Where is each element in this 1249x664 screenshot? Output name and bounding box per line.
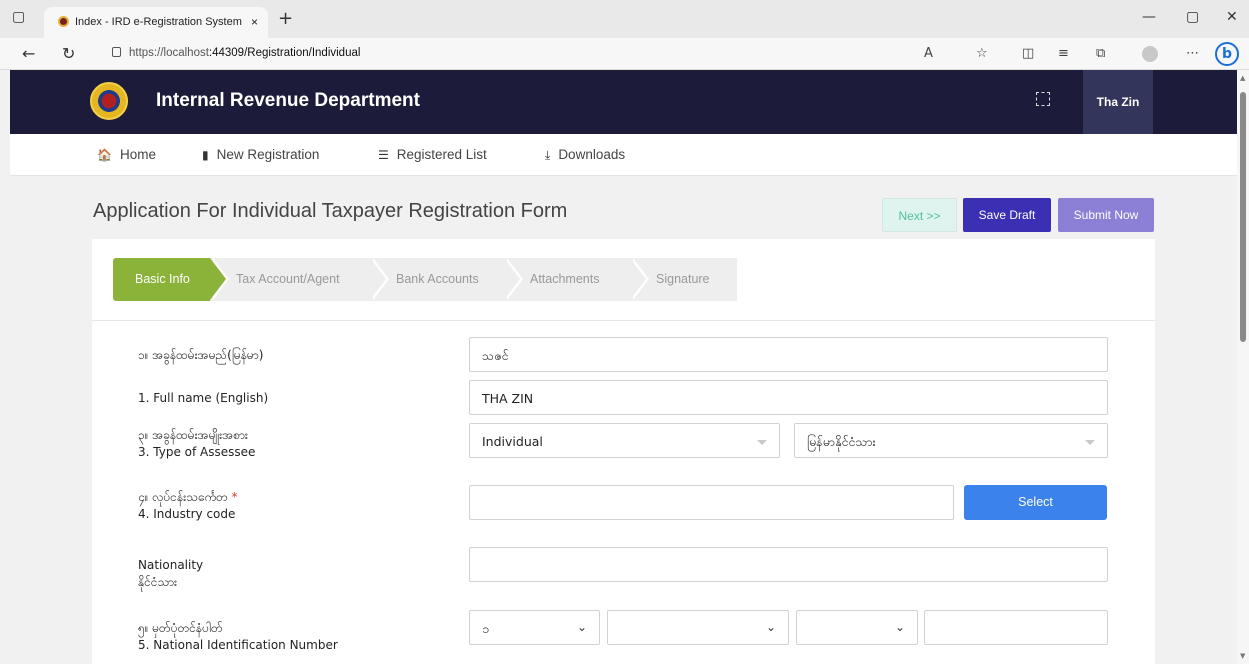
menu-item-label: New Registration [216, 147, 320, 162]
scrollbar-thumb[interactable] [1240, 92, 1246, 342]
step-tax-account-agent[interactable]: Tax Account/Agent [210, 258, 389, 301]
required-asterisk: * [231, 490, 238, 504]
industry-code-label: ၄။ လုပ်ငန်းသင်္ကေတ * 4. Industry code [138, 489, 238, 523]
select-industry-button[interactable]: Select [964, 485, 1107, 520]
menu-item-downloads[interactable]: ⤓ Downloads [545, 147, 625, 163]
restore-icon[interactable]: ▢ [1186, 9, 1199, 25]
chevron-down-icon: ⌄ [894, 620, 905, 634]
page-title: Application For Individual Taxpayer Regi… [93, 200, 568, 222]
page-viewport: Internal Revenue Department Tha Zin 🏠 Hom… [0, 70, 1237, 664]
document-icon: ▮ [202, 148, 209, 162]
nrc-label: ၅။ မှတ်ပုံတင်နံပါတ် 5. National Identifi… [138, 620, 338, 654]
full-name-en-input[interactable]: THA ZIN [469, 380, 1108, 415]
save-draft-button[interactable]: Save Draft [963, 198, 1051, 232]
new-tab-button[interactable]: + [278, 8, 293, 29]
browser-tab-bar: ▢ Index - IRD e-Registration System × + … [0, 0, 1249, 38]
menu-item-registered-list[interactable]: ☰ Registered List [378, 147, 487, 162]
caret-down-icon [1085, 440, 1095, 445]
nationality-label-en: Nationality [138, 558, 204, 572]
step-bank-accounts[interactable]: Bank Accounts [370, 258, 523, 301]
brand-title: Internal Revenue Department [156, 90, 420, 111]
nrc-township-select[interactable]: ⌄ [607, 610, 789, 645]
page-scrollbar[interactable]: ▲ ▼ [1237, 70, 1249, 664]
menu-item-new-registration[interactable]: ▮ New Registration [202, 147, 319, 162]
nrc-state-value: ၁ [482, 621, 490, 636]
user-menu[interactable]: Tha Zin [1083, 70, 1153, 134]
url-path: :44309/Registration/Individual [208, 47, 361, 59]
assessee-type-label-mm: ၃။ အခွန်ထမ်းအမျိုးအစား [138, 428, 248, 442]
collections-icon[interactable]: ⧉ [1096, 46, 1105, 61]
main-menu: 🏠 Home ▮ New Registration ☰ Registered List… [10, 134, 1237, 176]
assessee-type-select[interactable]: Individual [469, 423, 780, 458]
minimize-icon[interactable]: — [1142, 9, 1156, 25]
address-bar: ← ↻ https://localhost:44309/Registration… [0, 38, 1249, 70]
tab-actions-icon[interactable]: ▢ [12, 9, 25, 25]
back-icon[interactable]: ← [22, 44, 35, 63]
nrc-state-select[interactable]: ၁ ⌄ [469, 610, 600, 645]
industry-code-label-en: 4. Industry code [138, 507, 236, 521]
more-menu-icon[interactable]: ⋯ [1186, 46, 1199, 61]
read-aloud-icon[interactable]: A [924, 46, 933, 61]
favorites-list-icon[interactable]: ≡ [1058, 46, 1069, 61]
nrc-number-input[interactable] [924, 610, 1108, 645]
industry-code-input[interactable] [469, 485, 954, 520]
bing-copilot-icon[interactable]: b [1215, 42, 1239, 66]
fullscreen-icon[interactable] [1036, 92, 1050, 106]
assessee-type-value: Individual [482, 434, 543, 449]
ird-logo [90, 82, 128, 120]
list-icon: ☰ [378, 148, 389, 162]
browser-tab[interactable]: Index - IRD e-Registration System × [44, 7, 268, 38]
full-name-mm-label: ၁။ အခွန်ထမ်းအမည်(မြန်မာ) [138, 348, 264, 362]
url-host: https://localhost [129, 47, 209, 59]
full-name-mm-input[interactable]: သဇင် [469, 337, 1108, 372]
favicon-icon [58, 16, 69, 27]
home-icon: 🏠 [97, 148, 112, 162]
chevron-down-icon: ⌄ [765, 620, 776, 634]
industry-code-label-mm: ၄။ လုပ်ငန်းသင်္ကေတ [138, 490, 228, 504]
split-screen-icon[interactable]: ◫ [1022, 46, 1034, 61]
app-header: Internal Revenue Department Tha Zin [10, 70, 1237, 134]
full-name-en-label: 1. Full name (English) [138, 391, 269, 405]
tab-title: Index - IRD e-Registration System [75, 16, 242, 28]
menu-item-label: Downloads [558, 147, 626, 162]
nrc-type-select[interactable]: ⌄ [796, 610, 918, 645]
tab-close-icon[interactable]: × [251, 15, 258, 29]
url-field[interactable]: https://localhost:44309/Registration/Ind… [112, 47, 360, 59]
close-window-icon[interactable]: ✕ [1226, 9, 1238, 25]
form-card: Basic Info Tax Account/Agent Bank Accoun… [92, 239, 1155, 664]
wizard-steps: Basic Info Tax Account/Agent Bank Accoun… [92, 239, 1155, 321]
scroll-up-icon[interactable]: ▲ [1240, 74, 1245, 82]
nrc-label-en: 5. National Identification Number [138, 638, 338, 652]
menu-item-label: Home [119, 147, 156, 162]
nationality-input[interactable] [469, 547, 1108, 582]
menu-item-label: Registered List [396, 147, 487, 162]
refresh-icon[interactable]: ↻ [62, 44, 75, 63]
download-icon: ⤓ [545, 148, 551, 162]
scroll-down-icon[interactable]: ▼ [1240, 652, 1245, 660]
submit-now-button[interactable]: Submit Now [1058, 198, 1154, 232]
caret-down-icon [757, 440, 767, 445]
profile-avatar[interactable] [1142, 46, 1158, 62]
citizenship-value: မြန်မာနိုင်ငံသား [807, 434, 876, 449]
menu-item-home[interactable]: 🏠 Home [97, 147, 156, 162]
lock-icon [112, 47, 121, 57]
chevron-down-icon: ⌄ [576, 620, 587, 634]
assessee-type-label: ၃။ အခွန်ထမ်းအမျိုးအစား 3. Type of Assess… [138, 427, 255, 461]
nationality-label: Nationality နိုင်ငံသား [138, 557, 203, 591]
step-basic-info[interactable]: Basic Info [113, 258, 229, 301]
nrc-label-mm: ၅။ မှတ်ပုံတင်နံပါတ် [138, 621, 223, 635]
nationality-label-mm: နိုင်ငံသား [138, 575, 178, 589]
citizenship-select[interactable]: မြန်မာနိုင်ငံသား [794, 423, 1108, 458]
assessee-type-label-en: 3. Type of Assessee [138, 445, 256, 459]
next-button[interactable]: Next >> [882, 198, 957, 232]
favorite-star-icon[interactable]: ☆ [976, 46, 988, 61]
